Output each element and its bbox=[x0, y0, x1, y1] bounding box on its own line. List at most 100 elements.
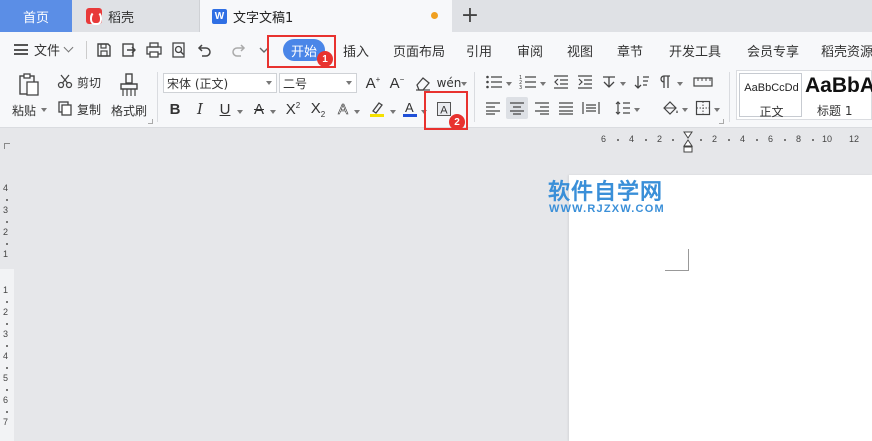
bold-button[interactable]: B bbox=[166, 99, 184, 119]
text-effect-dropdown-icon[interactable] bbox=[354, 110, 360, 114]
ruler-tab-selector-icon[interactable] bbox=[4, 143, 10, 149]
borders-dropdown-icon[interactable] bbox=[714, 108, 720, 112]
justify-button[interactable] bbox=[557, 99, 575, 117]
highlight-dropdown-icon[interactable] bbox=[390, 110, 396, 114]
ruler-tick: 6 bbox=[601, 134, 607, 144]
ruler-tick: 7 bbox=[3, 417, 9, 427]
show-marks-button[interactable] bbox=[657, 73, 675, 91]
cut-label: 剪切 bbox=[77, 76, 102, 90]
print-icon bbox=[146, 42, 162, 58]
numbered-list-dropdown-icon[interactable] bbox=[540, 82, 546, 86]
text-effect-button[interactable]: A bbox=[334, 99, 352, 119]
tab-review[interactable]: 审阅 bbox=[517, 41, 543, 60]
export-button[interactable] bbox=[120, 41, 138, 59]
phonetic-dropdown-icon[interactable] bbox=[461, 82, 467, 86]
ruler-dot bbox=[6, 345, 8, 347]
font-color-icon: A bbox=[403, 100, 417, 117]
chinese-layout-button[interactable] bbox=[600, 73, 618, 91]
text-effect-icon: A bbox=[337, 100, 349, 118]
grid-ruler-button[interactable] bbox=[692, 73, 714, 91]
tab-document-label: 文字文稿1 bbox=[233, 10, 294, 26]
tab-developer-tools[interactable]: 开发工具 bbox=[669, 41, 721, 60]
tab-daoke[interactable]: 稻壳 bbox=[74, 0, 200, 32]
tab-page-layout[interactable]: 页面布局 bbox=[393, 41, 445, 60]
vertical-ruler[interactable]: 4 3 2 1 1 2 3 4 5 6 7 bbox=[0, 151, 14, 441]
align-left-button[interactable] bbox=[484, 99, 502, 117]
unsaved-indicator-icon bbox=[431, 12, 438, 19]
align-right-button[interactable] bbox=[533, 99, 551, 117]
font-color-button[interactable]: A bbox=[401, 99, 419, 119]
font-size-select[interactable]: 二号 bbox=[279, 73, 357, 93]
ruler-tick: 4 bbox=[740, 134, 746, 144]
highlight-button[interactable] bbox=[367, 99, 387, 119]
cut-button[interactable] bbox=[56, 72, 74, 90]
sort-button[interactable] bbox=[633, 73, 651, 91]
ruler-tick: 4 bbox=[629, 134, 635, 144]
superscript-button[interactable]: X2 bbox=[283, 99, 303, 119]
grow-font-button[interactable]: A+ bbox=[363, 74, 383, 92]
shading-dropdown-icon[interactable] bbox=[682, 108, 688, 112]
annotation-badge-1: 1 bbox=[317, 51, 333, 67]
undo-button[interactable] bbox=[195, 41, 213, 59]
clear-formatting-button[interactable] bbox=[413, 74, 433, 92]
subscript-icon: X2 bbox=[310, 99, 326, 119]
format-painter-button[interactable] bbox=[117, 71, 141, 99]
subscript-button[interactable]: X2 bbox=[308, 99, 328, 119]
ruler-tick: 2 bbox=[3, 307, 9, 317]
tab-view[interactable]: 视图 bbox=[567, 41, 593, 60]
style-normal[interactable]: AaBbCcDd 正文 bbox=[739, 73, 802, 119]
bullet-list-button[interactable] bbox=[484, 73, 504, 91]
save-button[interactable] bbox=[95, 41, 113, 59]
paste-button[interactable] bbox=[16, 71, 42, 99]
decrease-indent-button[interactable] bbox=[552, 73, 570, 91]
print-preview-button[interactable] bbox=[170, 41, 188, 59]
chinese-layout-dropdown-icon[interactable] bbox=[620, 82, 626, 86]
indent-marker-icon[interactable] bbox=[683, 131, 693, 153]
bullet-list-dropdown-icon[interactable] bbox=[506, 82, 512, 86]
new-tab-button[interactable]: + bbox=[458, 4, 482, 28]
chevron-down-icon bbox=[266, 81, 272, 85]
tab-sections[interactable]: 章节 bbox=[617, 41, 643, 60]
tab-references[interactable]: 引用 bbox=[466, 41, 492, 60]
distributed-align-button[interactable] bbox=[581, 99, 601, 117]
italic-button[interactable]: I bbox=[191, 99, 209, 119]
tab-home[interactable]: 首页 bbox=[0, 0, 72, 32]
font-name-select[interactable]: 宋体 (正文) bbox=[163, 73, 277, 93]
strikethrough-dropdown-icon[interactable] bbox=[270, 110, 276, 114]
divider bbox=[474, 72, 475, 122]
tab-member-exclusive[interactable]: 会员专享 bbox=[747, 41, 799, 60]
style-heading-1[interactable]: AaBbA 标题 1 bbox=[803, 73, 872, 117]
print-button[interactable] bbox=[145, 41, 163, 59]
tab-insert[interactable]: 插入 bbox=[343, 41, 369, 60]
tab-document[interactable]: W 文字文稿1 bbox=[200, 0, 452, 32]
clipboard-group-launcher-icon[interactable] bbox=[148, 119, 153, 124]
shading-button[interactable] bbox=[660, 99, 680, 117]
numbered-list-button[interactable]: 123 bbox=[518, 73, 538, 91]
line-spacing-dropdown-icon[interactable] bbox=[634, 108, 640, 112]
styles-gallery: AaBbCcDd 正文 AaBbA 标题 1 bbox=[736, 70, 872, 120]
tab-daoke-resources[interactable]: 稻壳资源 bbox=[821, 41, 872, 60]
paragraph-group-launcher-icon[interactable] bbox=[719, 119, 724, 124]
file-menu-button[interactable]: 文件 bbox=[14, 40, 74, 59]
borders-button[interactable] bbox=[694, 99, 712, 117]
font-size-value: 二号 bbox=[283, 76, 308, 91]
align-center-button[interactable] bbox=[506, 97, 528, 119]
ruler-dot bbox=[6, 411, 8, 413]
increase-indent-button[interactable] bbox=[576, 73, 594, 91]
line-spacing-button[interactable] bbox=[614, 99, 632, 117]
horizontal-ruler[interactable]: 6 4 2 2 4 6 8 10 12 bbox=[0, 129, 872, 151]
paste-dropdown-icon[interactable] bbox=[41, 108, 47, 112]
divider bbox=[86, 41, 87, 59]
writer-doc-icon: W bbox=[212, 8, 227, 24]
shrink-font-button[interactable]: A− bbox=[387, 74, 407, 92]
divider bbox=[729, 72, 730, 122]
strikethrough-button[interactable]: A bbox=[250, 99, 268, 119]
underline-dropdown-icon[interactable] bbox=[237, 110, 243, 114]
redo-button[interactable] bbox=[230, 41, 248, 59]
copy-button[interactable] bbox=[56, 99, 74, 117]
line-spacing-icon bbox=[615, 101, 630, 115]
file-menu-label: 文件 bbox=[34, 44, 61, 59]
underline-button[interactable]: U bbox=[216, 99, 234, 119]
show-marks-dropdown-icon[interactable] bbox=[677, 82, 683, 86]
underline-icon: U bbox=[219, 100, 231, 118]
